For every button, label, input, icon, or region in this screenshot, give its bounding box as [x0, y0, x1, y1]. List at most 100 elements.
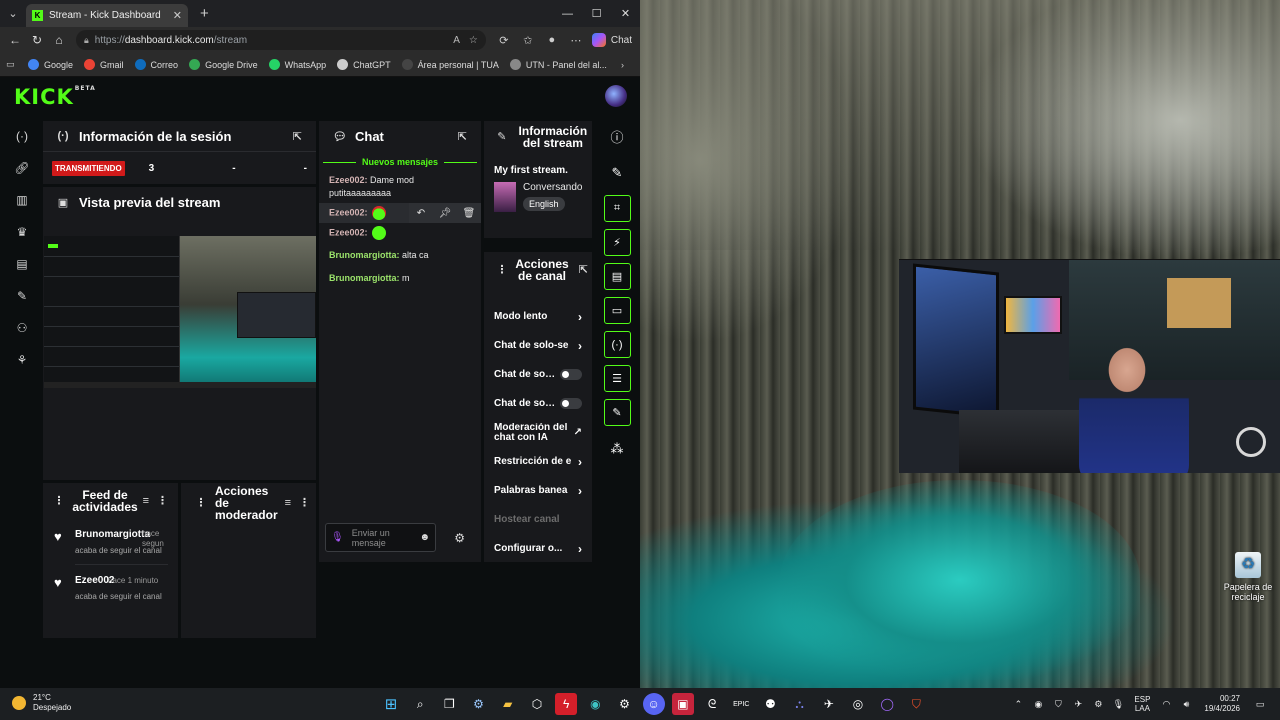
- notes-icon[interactable]: ▤: [603, 263, 631, 290]
- tray-app-icon[interactable]: ⚙: [1088, 699, 1108, 710]
- toggle-switch[interactable]: [560, 398, 582, 409]
- refresh-icon[interactable]: ↻: [26, 33, 48, 47]
- popout-icon[interactable]: ⇱: [293, 130, 302, 143]
- recycle-bin-desktop-icon[interactable]: ♻ Papelera de reciclaje: [1222, 552, 1274, 602]
- app-icon[interactable]: ⚉: [759, 693, 781, 715]
- pin-icon[interactable]: 📌︎: [433, 207, 457, 220]
- action-subs-only[interactable]: Chat de sol...: [484, 360, 592, 389]
- capture-icon[interactable]: ⌗: [603, 195, 631, 222]
- tab-kick-dashboard[interactable]: K Stream - Kick Dashboard ✕: [26, 4, 188, 27]
- reply-icon[interactable]: ↶: [409, 207, 433, 220]
- favorites-icon[interactable]: ✩: [516, 34, 540, 47]
- app-icon[interactable]: ᘓ: [701, 693, 723, 715]
- maximize-icon[interactable]: ☐: [582, 0, 611, 27]
- emoji-icon[interactable]: ☻: [419, 532, 430, 543]
- tools-nav-icon[interactable]: ✎: [10, 280, 34, 312]
- language-indicator[interactable]: ESP LAA: [1134, 695, 1150, 713]
- volume-icon[interactable]: 🔊︎: [1176, 699, 1196, 710]
- brave-icon[interactable]: ⛉: [905, 693, 927, 715]
- video-nav-icon[interactable]: ▤: [10, 248, 34, 280]
- steam-icon[interactable]: ✈: [818, 693, 840, 715]
- action-account-restriction[interactable]: Restricción de e ›: [484, 447, 592, 476]
- close-tab-icon[interactable]: ✕: [173, 9, 182, 22]
- chevron-up-icon[interactable]: ⌃: [1008, 699, 1028, 710]
- wifi-icon[interactable]: ◠: [1156, 699, 1176, 710]
- file-explorer-icon[interactable]: ▰: [497, 693, 519, 715]
- notifications-icon[interactable]: ▭: [1250, 699, 1270, 710]
- drag-handle-icon[interactable]: ⋮: [195, 497, 207, 509]
- epic-games-icon[interactable]: EPIC: [730, 693, 752, 715]
- community-nav-icon[interactable]: ⚇: [10, 312, 34, 344]
- more-vertical-icon[interactable]: ⋮: [157, 495, 168, 507]
- stream-preview-video[interactable]: [44, 236, 316, 388]
- search-icon[interactable]: ⌕: [409, 693, 431, 715]
- copilot-button[interactable]: Chat: [591, 33, 632, 47]
- stream-nav-icon[interactable]: (·): [10, 120, 34, 152]
- chat-username[interactable]: Brunomargiotta:: [329, 250, 400, 260]
- steam-icon[interactable]: ⚙: [614, 693, 636, 715]
- tray-app-icon[interactable]: ✈: [1068, 699, 1088, 710]
- new-tab-button[interactable]: +: [200, 5, 209, 22]
- add-widget-icon[interactable]: ⁂: [597, 434, 637, 464]
- url-field[interactable]: 🔒︎ https://dashboard.kick.com/stream A ☆: [76, 30, 486, 50]
- analytics-nav-icon[interactable]: ▥: [10, 184, 34, 216]
- kick-logo[interactable]: KICKBETA: [14, 85, 96, 109]
- edge-icon[interactable]: ◉: [584, 693, 606, 715]
- more-vertical-icon[interactable]: ⋮: [299, 497, 310, 509]
- drag-handle-icon[interactable]: ⋮: [53, 495, 65, 507]
- chat-username[interactable]: Ezee002:: [329, 227, 368, 237]
- read-aloud-icon[interactable]: A: [453, 35, 460, 46]
- back-icon[interactable]: ←: [4, 33, 26, 47]
- bookmarks-overflow-icon[interactable]: ›: [621, 60, 624, 70]
- toggle-switch[interactable]: [560, 369, 582, 380]
- app-icon[interactable]: ⬡: [526, 693, 548, 715]
- delete-icon[interactable]: 🗑︎: [457, 207, 481, 220]
- action-emotes-only[interactable]: Chat de sol...: [484, 389, 592, 418]
- bookmark-area-personal[interactable]: Área personal | TUA: [401, 59, 499, 70]
- bookmark-chatgpt[interactable]: ChatGPT: [337, 59, 391, 70]
- creator-nav-icon[interactable]: ⚘: [10, 344, 34, 376]
- bookmarks-toggle-icon[interactable]: ▭: [6, 59, 28, 70]
- chat-username[interactable]: Ezee002:: [329, 207, 368, 217]
- chat-username[interactable]: Ezee002:: [329, 175, 368, 185]
- chat-username[interactable]: Brunomargiotta:: [329, 273, 400, 283]
- link-nav-icon[interactable]: 🔗︎: [10, 152, 34, 184]
- discord-icon[interactable]: ☺: [642, 693, 665, 715]
- obs-icon[interactable]: ◎: [847, 693, 869, 715]
- more-icon[interactable]: ⋯: [564, 34, 588, 47]
- popout-icon[interactable]: ⇱: [579, 264, 588, 276]
- edit-icon[interactable]: ✎: [597, 158, 637, 188]
- extensions-icon[interactable]: ⟳: [492, 34, 516, 47]
- tray-app-icon[interactable]: ⛉: [1048, 699, 1068, 710]
- info-icon[interactable]: ⓘ: [597, 121, 637, 151]
- minimize-icon[interactable]: —: [553, 0, 582, 27]
- action-ai-moderation[interactable]: Moderación del chat con IA ↗: [484, 418, 592, 447]
- bookmark-whatsapp[interactable]: WhatsApp: [268, 59, 326, 70]
- trophy-nav-icon[interactable]: ♛: [10, 216, 34, 248]
- action-configure[interactable]: Configurar o... ›: [484, 534, 592, 563]
- chat-message-input[interactable]: 🎙︎ Enviar un mensaje ☻: [325, 523, 436, 552]
- lightning-icon[interactable]: ⚡︎: [603, 229, 631, 256]
- bookmark-gmail[interactable]: Gmail: [84, 59, 124, 70]
- profile-icon[interactable]: ●: [540, 34, 564, 46]
- broadcast-icon[interactable]: (·): [603, 331, 631, 358]
- home-icon[interactable]: ⌂: [48, 33, 70, 47]
- app-icon[interactable]: ◯: [876, 693, 898, 715]
- workspaces-icon[interactable]: ⌄: [0, 7, 26, 20]
- filter-icon[interactable]: ≡: [285, 497, 291, 509]
- bookmark-google[interactable]: Google: [28, 59, 73, 70]
- app-red-icon[interactable]: ϟ: [555, 693, 578, 715]
- microphone-icon[interactable]: 🎙︎: [1108, 699, 1128, 710]
- wrench-icon[interactable]: ✎: [603, 399, 631, 426]
- action-followers-only[interactable]: Chat de solo-se ›: [484, 331, 592, 360]
- bookmark-utn[interactable]: UTN - Panel del al...: [509, 59, 607, 70]
- filter-icon[interactable]: ≡: [143, 495, 149, 507]
- microphone-icon[interactable]: 🎙︎: [331, 532, 344, 543]
- chat-bubble-icon[interactable]: ▭: [603, 297, 631, 324]
- weather-widget[interactable]: 21°C Despejado: [12, 693, 71, 713]
- webcam-overlay-window[interactable]: [899, 259, 1280, 473]
- favorite-star-icon[interactable]: ☆: [469, 35, 478, 46]
- close-window-icon[interactable]: ✕: [611, 0, 640, 27]
- bookmark-correo[interactable]: Correo: [134, 59, 178, 70]
- task-view-icon[interactable]: ❐: [438, 693, 460, 715]
